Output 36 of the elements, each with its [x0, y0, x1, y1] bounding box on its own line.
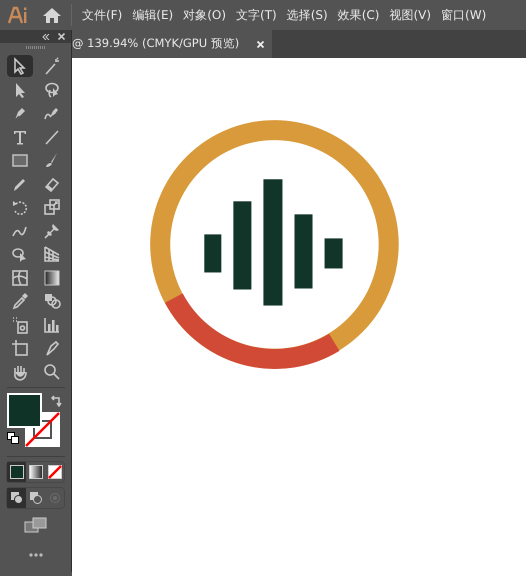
none-mode-icon [48, 464, 62, 478]
perspective-grid-icon [42, 244, 62, 264]
color-mode-icon [10, 464, 24, 478]
color-mode-button[interactable] [7, 462, 26, 482]
swap-icon[interactable] [50, 394, 62, 406]
close-icon[interactable] [58, 33, 65, 40]
draw-behind-icon [28, 490, 42, 504]
scale-icon [42, 197, 62, 217]
mesh-icon [10, 268, 30, 288]
draw-mode-button[interactable] [7, 488, 26, 508]
document-title: @ 139.94% (CMYK/GPU 预览) [72, 35, 240, 52]
menu-item[interactable]: 选择(S) [286, 6, 328, 24]
default-colors-icon[interactable] [6, 432, 18, 444]
draw-normal-icon [10, 490, 24, 504]
app-logo-icon [7, 5, 29, 25]
draw-inside-icon [48, 490, 62, 504]
gradient-icon [42, 268, 62, 288]
menu-item[interactable]: 编辑(E) [132, 6, 174, 24]
more-icon[interactable] [28, 552, 42, 556]
home-icon[interactable] [42, 6, 62, 24]
menu-item[interactable]: 窗口(W) [441, 6, 486, 24]
menu-item[interactable]: 视图(V) [389, 6, 432, 24]
document-tab[interactable]: @ 139.94% (CMYK/GPU 预览) [72, 30, 272, 58]
artboard-icon [10, 338, 30, 358]
menu-item[interactable]: 对象(O) [183, 6, 226, 24]
collapse-icon[interactable] [42, 34, 50, 40]
tool-button[interactable] [6, 55, 32, 77]
menu-item[interactable]: 效果(C) [338, 6, 380, 24]
grip-icon[interactable] [26, 46, 46, 49]
gradient-mode-icon [28, 464, 42, 478]
screen-mode-icon[interactable] [24, 516, 47, 532]
eyedropper-icon [10, 291, 30, 311]
search-icon [42, 362, 62, 382]
fill-swatch[interactable] [6, 392, 42, 428]
menu-item[interactable]: 文字(T) [236, 6, 277, 24]
menu-item[interactable]: 文件(F) [82, 6, 122, 24]
